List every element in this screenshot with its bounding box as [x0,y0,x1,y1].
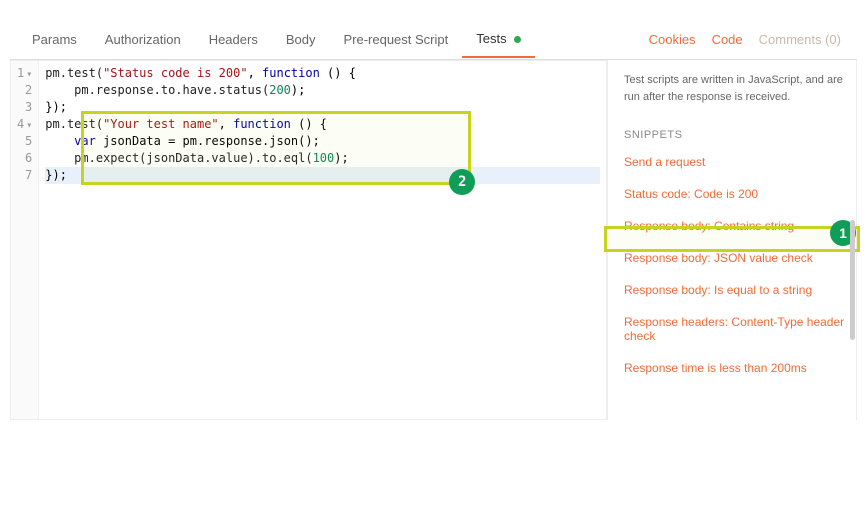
snippet-body-equal[interactable]: Response body: Is equal to a string [624,283,848,297]
snippet-body-contains[interactable]: Response body: Contains string [624,219,848,233]
code-editor[interactable]: 1▾ 2 3 4▾ 5 6 7 pm.test("Status code is … [10,60,607,420]
tab-prerequest[interactable]: Pre-request Script [329,22,462,57]
line-gutter: 1▾ 2 3 4▾ 5 6 7 [11,61,39,419]
snippet-status-200[interactable]: Status code: Code is 200 [624,187,848,201]
fold-icon[interactable]: ▾ [26,69,32,80]
snippets-heading: SNIPPETS [624,129,848,141]
tab-headers[interactable]: Headers [195,22,272,57]
snippets-sidebar: Test scripts are written in JavaScript, … [607,60,857,420]
tests-active-dot-icon [514,36,521,43]
fold-icon[interactable]: ▾ [26,120,32,131]
code-body[interactable]: pm.test("Status code is 200", function (… [39,61,606,419]
tab-tests[interactable]: Tests [462,21,535,58]
request-tabs: Params Authorization Headers Body Pre-re… [10,20,857,60]
snippet-send-request[interactable]: Send a request [624,155,848,169]
comments-link[interactable]: Comments (0) [751,22,849,57]
cookies-link[interactable]: Cookies [641,22,704,57]
snippet-json-value-check[interactable]: Response body: JSON value check [624,251,848,265]
tab-authorization[interactable]: Authorization [91,22,195,57]
tab-body[interactable]: Body [272,22,330,57]
code-link[interactable]: Code [704,22,751,57]
tab-params[interactable]: Params [18,22,91,57]
content-area: 1▾ 2 3 4▾ 5 6 7 pm.test("Status code is … [10,60,857,420]
tab-tests-label: Tests [476,31,506,46]
snippet-header-check[interactable]: Response headers: Content-Type header ch… [624,315,848,343]
sidebar-scrollbar[interactable] [850,220,855,340]
snippet-response-time[interactable]: Response time is less than 200ms [624,361,848,375]
sidebar-hint: Test scripts are written in JavaScript, … [624,72,848,105]
